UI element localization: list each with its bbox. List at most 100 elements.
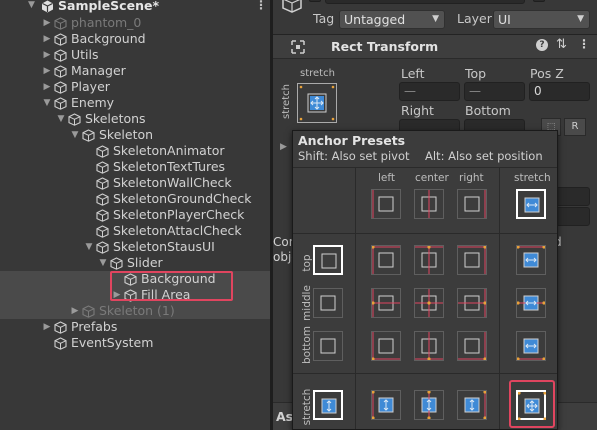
anchor-preset-bottom-center[interactable] bbox=[414, 331, 444, 361]
hierarchy-item[interactable]: ▼ SkeletonStausUI bbox=[0, 239, 270, 255]
tag-dropdown[interactable]: Untagged ▼ bbox=[339, 10, 445, 29]
static-checkbox[interactable] bbox=[533, 0, 545, 2]
column-preset-center[interactable] bbox=[414, 189, 444, 219]
gameobject-cube-icon bbox=[96, 193, 109, 206]
gameobject-cube-icon bbox=[68, 113, 81, 126]
row-divider bbox=[293, 373, 557, 374]
hierarchy-item-label: Slider bbox=[127, 255, 163, 270]
hierarchy-item-label: Background bbox=[71, 31, 146, 46]
hierarchy-item[interactable]: ▶ Utils bbox=[0, 47, 270, 63]
anchor-preset-top-center[interactable] bbox=[414, 245, 444, 275]
anchor-preset-middle-center[interactable] bbox=[414, 288, 444, 318]
collapsed-arrow-icon[interactable]: ▶ bbox=[42, 319, 52, 335]
column-preset-left[interactable] bbox=[371, 189, 401, 219]
gameobject-cube-icon bbox=[96, 225, 109, 238]
hierarchy-item[interactable]: ▶ Skeleton (1) bbox=[0, 303, 270, 319]
anchor-preset-top-left[interactable] bbox=[371, 245, 401, 275]
collapsed-arrow-icon[interactable]: ▶ bbox=[70, 303, 80, 319]
hierarchy-item[interactable]: SkeletonAnimator bbox=[0, 143, 270, 159]
layer-dropdown[interactable]: UI ▼ bbox=[493, 10, 590, 29]
anchor-preset-top-right[interactable] bbox=[457, 245, 487, 275]
gameobject-icon bbox=[281, 0, 303, 17]
hierarchy-item-label: phantom_0 bbox=[71, 15, 142, 30]
anchor-preset-middle-stretch[interactable] bbox=[516, 288, 546, 318]
selection-highlight bbox=[110, 271, 233, 301]
collapsed-arrow-icon[interactable]: ▶ bbox=[42, 15, 52, 31]
hierarchy-item[interactable]: ▶ Prefabs bbox=[0, 319, 270, 335]
raw-edit-button[interactable]: R bbox=[564, 118, 586, 136]
row-preset-top[interactable] bbox=[313, 245, 343, 275]
partial-field-2[interactable] bbox=[556, 207, 590, 226]
hierarchy-item[interactable]: ▼ Skeleton bbox=[0, 127, 270, 143]
scene-name: SampleScene* bbox=[58, 0, 159, 13]
expanded-arrow-icon[interactable]: ▼ bbox=[84, 239, 94, 255]
anchor-preset-button[interactable] bbox=[297, 83, 337, 123]
anchor-preset-middle-right[interactable] bbox=[457, 288, 487, 318]
row-preset-bottom[interactable] bbox=[313, 331, 343, 361]
expanded-arrow-icon[interactable]: ▼ bbox=[98, 255, 108, 271]
hierarchy-item[interactable]: ▶ phantom_0 bbox=[0, 15, 270, 31]
left-field[interactable]: — bbox=[399, 82, 460, 101]
name-field[interactable] bbox=[325, 0, 525, 4]
anchor-preset-middle-left[interactable] bbox=[371, 288, 401, 318]
row-preset-stretch[interactable] bbox=[313, 390, 343, 420]
hierarchy-item[interactable]: SkeletonPlayerCheck bbox=[0, 207, 270, 223]
column-preset-right[interactable] bbox=[457, 189, 487, 219]
anchor-preset-bottom-stretch[interactable] bbox=[516, 331, 546, 361]
hierarchy-item-label: SkeletonPlayerCheck bbox=[113, 207, 245, 222]
expanded-arrow-icon[interactable]: ▼ bbox=[70, 127, 80, 143]
shift-hint: Shift: Also set pivot bbox=[298, 149, 410, 163]
row-header-band bbox=[293, 233, 557, 234]
hierarchy-item[interactable]: ▼ Slider bbox=[0, 255, 270, 271]
expanded-arrow-icon[interactable]: ▼ bbox=[56, 111, 66, 127]
rect-transform-header[interactable]: Rect Transform ? ⇅ ⋮ bbox=[273, 35, 597, 59]
anchor-preset-bottom-left[interactable] bbox=[371, 331, 401, 361]
hierarchy-item[interactable]: SkeletonWallCheck bbox=[0, 175, 270, 191]
active-checkbox[interactable] bbox=[309, 0, 321, 2]
preset-icon[interactable]: ⇅ bbox=[556, 37, 567, 52]
dropdown-arrow-icon: ▼ bbox=[577, 14, 584, 24]
hierarchy-item-label: Skeleton (1) bbox=[99, 303, 175, 318]
hierarchy-item[interactable]: EventSystem bbox=[0, 335, 270, 351]
collapsed-arrow-icon[interactable]: ▶ bbox=[42, 63, 52, 79]
help-icon[interactable]: ? bbox=[536, 39, 548, 51]
tag-label: Tag bbox=[313, 11, 335, 26]
foldout-arrow-icon[interactable]: ▶ bbox=[280, 142, 287, 152]
hierarchy-item-label: SkeletonStausUI bbox=[113, 239, 215, 254]
expand-arrow-icon[interactable]: ▼ bbox=[28, 0, 35, 10]
hierarchy-item-label: SkeletonAnimator bbox=[113, 143, 225, 158]
hierarchy-item[interactable]: ▶ Manager bbox=[0, 63, 270, 79]
gameobject-cube-icon bbox=[54, 97, 67, 110]
column-header-stretch: stretch bbox=[514, 172, 551, 184]
hierarchy-item-label: Utils bbox=[71, 47, 99, 62]
anchor-preset-top-stretch[interactable] bbox=[516, 245, 546, 275]
hierarchy-item[interactable]: ▼ Enemy bbox=[0, 95, 270, 111]
layer-label: Layer bbox=[457, 11, 492, 26]
context-menu-icon[interactable]: ⋮ bbox=[578, 37, 590, 51]
hierarchy-item[interactable]: ▼ Skeletons bbox=[0, 111, 270, 127]
row-preset-middle[interactable] bbox=[313, 288, 343, 318]
scene-header[interactable]: ▼ SampleScene* ⋮ bbox=[0, 0, 270, 14]
hierarchy-item[interactable]: ▶ Background bbox=[0, 31, 270, 47]
gameobject-cube-icon bbox=[96, 145, 109, 158]
column-preset-stretch[interactable] bbox=[516, 189, 546, 219]
hierarchy-item[interactable]: SkeletonAttaclCheck bbox=[0, 223, 270, 239]
collapsed-arrow-icon[interactable]: ▶ bbox=[42, 79, 52, 95]
expanded-arrow-icon[interactable]: ▼ bbox=[42, 95, 52, 111]
collapsed-arrow-icon[interactable]: ▶ bbox=[42, 31, 52, 47]
anchor-preset-stretch-right[interactable] bbox=[457, 390, 487, 420]
more-options-icon[interactable]: ⋮ bbox=[255, 0, 267, 12]
anchor-preset-stretch-left[interactable] bbox=[371, 390, 401, 420]
anchor-preset-stretch-center[interactable] bbox=[414, 390, 444, 420]
corner-blank bbox=[313, 189, 343, 219]
partial-field-1[interactable] bbox=[556, 187, 590, 206]
column-header-center: center bbox=[415, 172, 449, 184]
collapsed-arrow-icon[interactable]: ▶ bbox=[42, 47, 52, 63]
anchor-preset-bottom-right[interactable] bbox=[457, 331, 487, 361]
top-field[interactable]: — bbox=[464, 82, 525, 101]
hierarchy-item[interactable]: SkeletonTextTures bbox=[0, 159, 270, 175]
hierarchy-item[interactable]: ▶ Player bbox=[0, 79, 270, 95]
hierarchy-item[interactable]: SkeletonGroundCheck bbox=[0, 191, 270, 207]
posz-field[interactable]: 0 bbox=[529, 82, 590, 101]
layer-value: UI bbox=[498, 12, 511, 27]
